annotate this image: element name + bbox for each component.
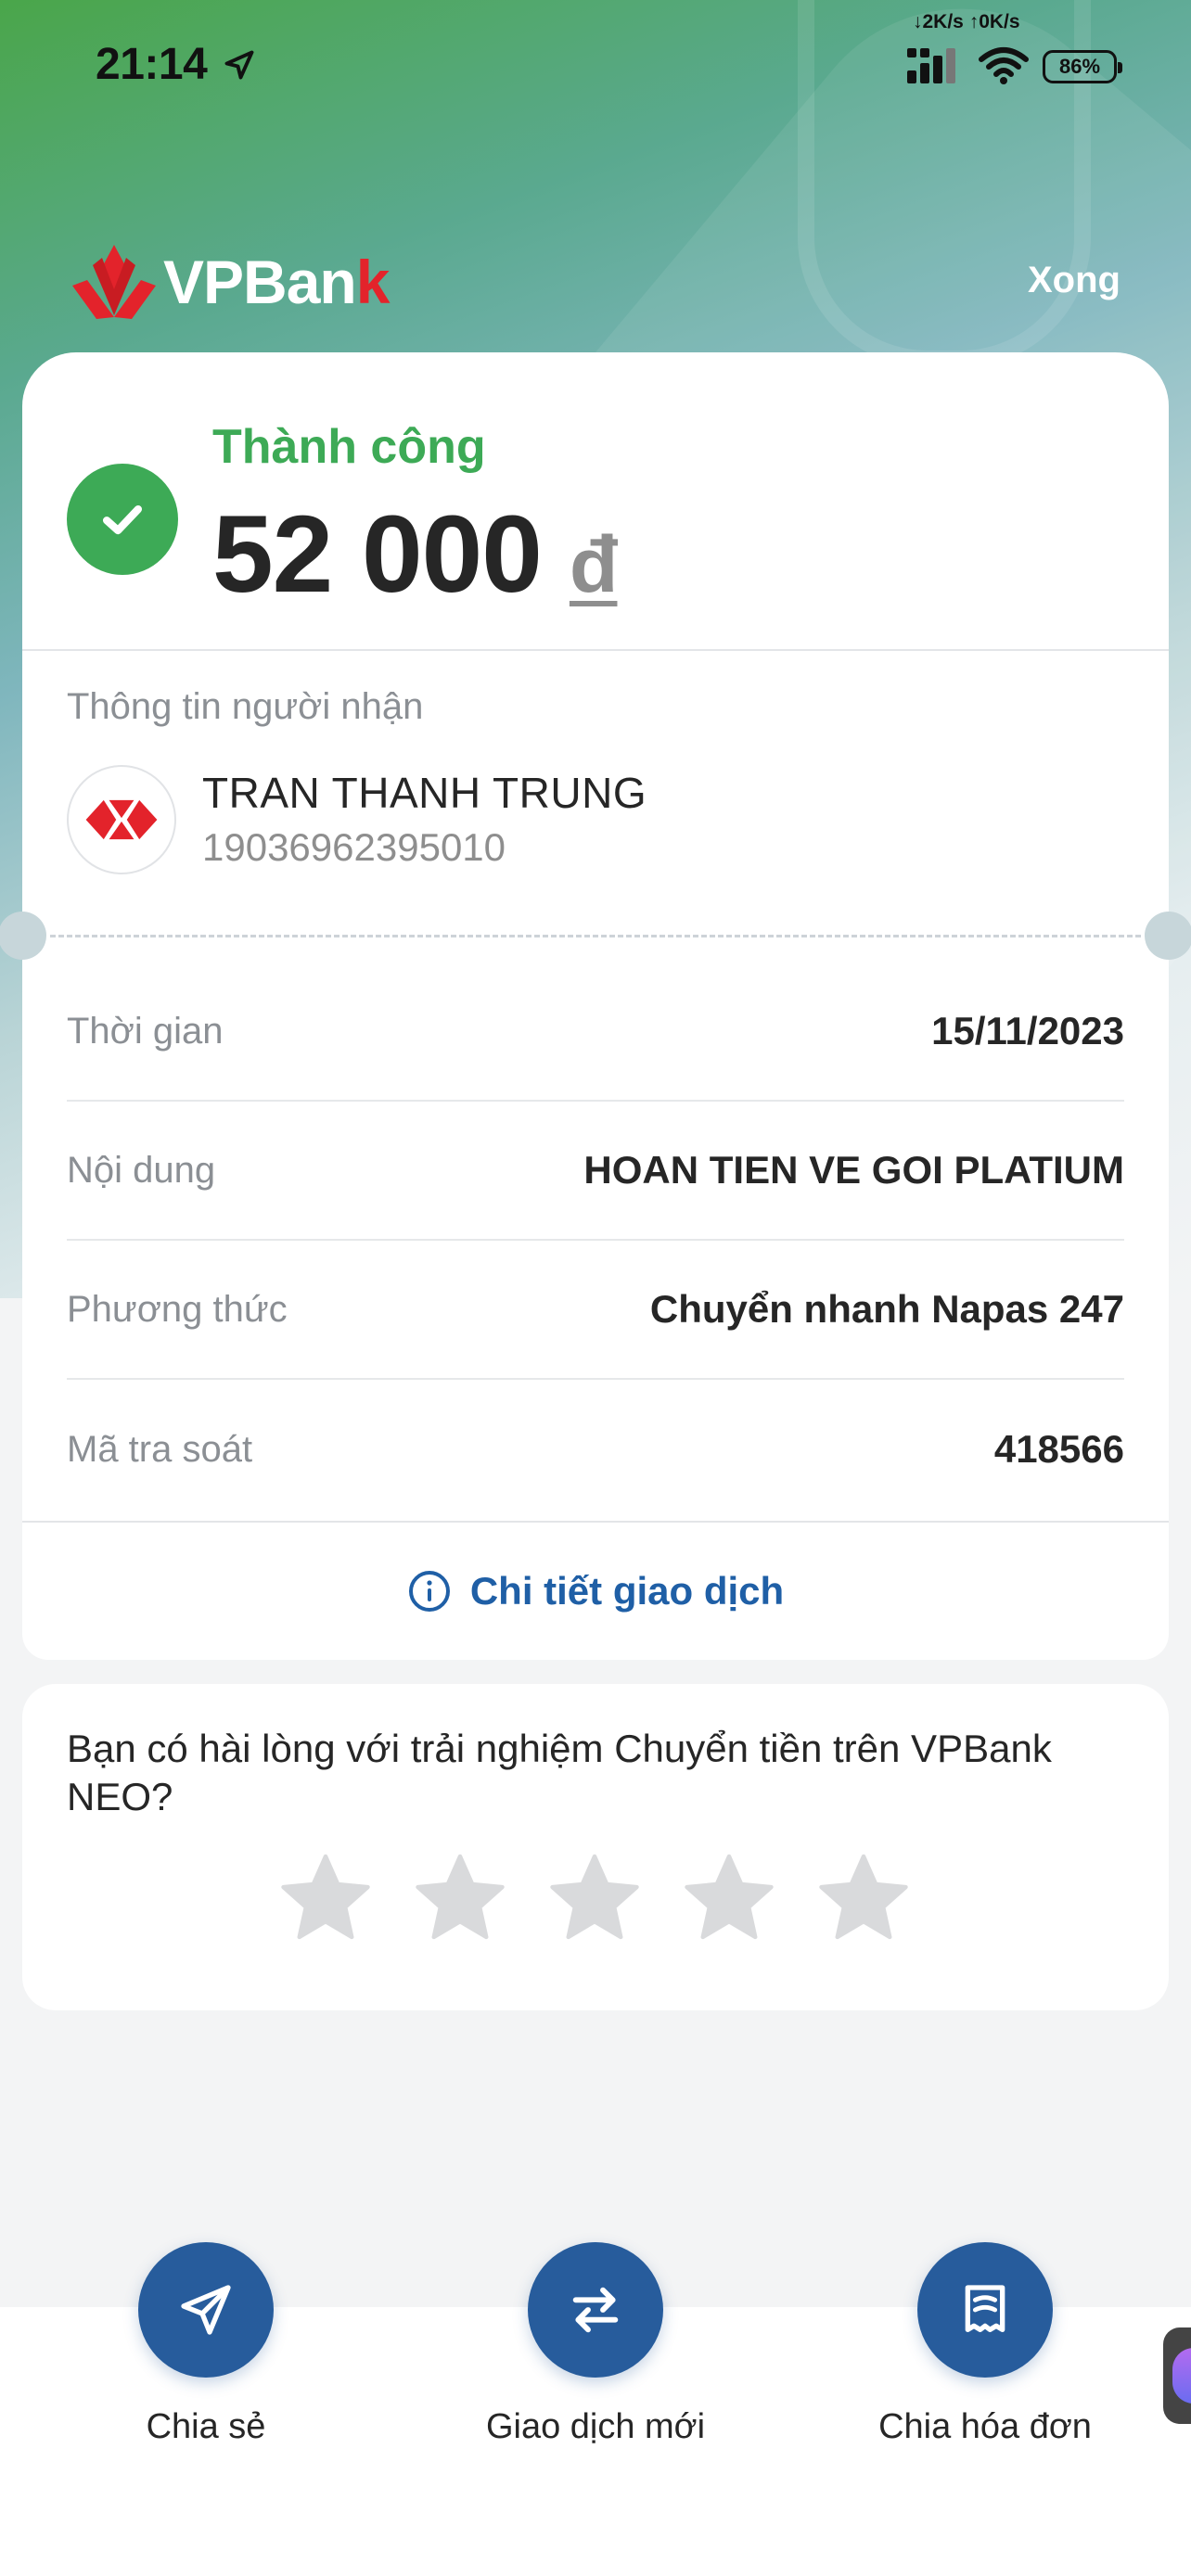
ticket-notch xyxy=(1145,912,1191,960)
vpbank-flower-icon xyxy=(72,245,156,319)
techcombank-icon xyxy=(85,799,158,840)
bill-split-icon xyxy=(965,2285,1005,2332)
split-bill-label: Chia hóa đơn xyxy=(878,2407,1092,2446)
send-icon xyxy=(181,2285,231,2335)
transaction-receipt-card: Thành công 52 000 đ Thông tin người nhận… xyxy=(0,352,1191,1660)
detail-value: 418566 xyxy=(993,1427,1124,1471)
recipient-name: TRAN THANH TRUNG xyxy=(202,769,647,817)
star-icon[interactable] xyxy=(544,1849,646,1947)
transfer-arrows-icon xyxy=(572,2287,619,2333)
detail-value: Chuyển nhanh Napas 247 xyxy=(649,1287,1124,1331)
amount-value: 52 000 xyxy=(212,493,543,616)
result-summary: Thành công 52 000 đ xyxy=(22,352,1169,649)
detail-row-trace-code: Mã tra soát 418566 xyxy=(67,1380,1124,1519)
recipient-account-number: 19036962395010 xyxy=(202,825,506,869)
status-label: Thành công xyxy=(212,420,486,474)
detail-label: Nội dung xyxy=(67,1149,216,1191)
detail-label: Mã tra soát xyxy=(67,1428,253,1470)
currency-symbol: đ xyxy=(569,520,619,609)
split-bill-button[interactable]: Chia hóa đơn xyxy=(800,2242,1171,2447)
star-icon[interactable] xyxy=(813,1849,915,1947)
status-time: 21:14 xyxy=(96,40,208,89)
detail-label: Thời gian xyxy=(67,1010,224,1052)
detail-row-content: Nội dung HOAN TIEN VE GOI PLATIUM xyxy=(67,1102,1124,1241)
divider xyxy=(22,649,1169,651)
detail-row-time: Thời gian 15/11/2023 xyxy=(67,963,1124,1102)
brand-name-main: VPBan xyxy=(163,248,357,316)
battery-indicator: 86% xyxy=(1043,50,1122,83)
detail-label: Phương thức xyxy=(67,1288,288,1330)
location-arrow-icon xyxy=(224,50,254,80)
amount: 52 000 đ xyxy=(212,491,619,618)
assistant-icon xyxy=(1172,2348,1191,2404)
brand-name-accent: k xyxy=(355,248,391,316)
feedback-question: Bạn có hài lòng với trải nghiệm Chuyển t… xyxy=(67,1727,1052,1818)
star-icon[interactable] xyxy=(678,1849,780,1947)
detail-value: 15/11/2023 xyxy=(931,1009,1124,1052)
share-circle[interactable] xyxy=(138,2242,274,2378)
split-bill-circle[interactable] xyxy=(917,2242,1053,2378)
ticket-notch xyxy=(0,912,46,960)
recipient-section-title: Thông tin người nhận xyxy=(67,686,424,727)
detail-row-method: Phương thức Chuyển nhanh Napas 247 xyxy=(67,1241,1124,1380)
detail-value: HOAN TIEN VE GOI PLATIUM xyxy=(583,1148,1124,1192)
info-icon xyxy=(408,1571,450,1612)
wifi-icon xyxy=(979,47,1029,84)
floating-assistant-handle[interactable] xyxy=(1163,2327,1191,2424)
network-speed: ↓2K/s ↑0K/s xyxy=(913,11,1020,32)
transaction-details-label: Chi tiết giao dịch xyxy=(469,1569,785,1613)
brand-name: VPBank xyxy=(163,247,391,317)
done-button[interactable]: Xong xyxy=(1028,260,1121,301)
new-transaction-circle[interactable] xyxy=(528,2242,663,2378)
cellular-signal-icon xyxy=(907,48,955,83)
feedback-card: Bạn có hài lòng với trải nghiệm Chuyển t… xyxy=(22,1684,1169,2010)
new-transaction-button[interactable]: Giao dịch mới xyxy=(410,2242,781,2447)
star-icon[interactable] xyxy=(275,1849,377,1947)
recipient-bank-logo xyxy=(67,765,176,874)
success-check-icon xyxy=(67,464,178,575)
star-rating xyxy=(275,1849,947,1947)
share-label: Chia sẻ xyxy=(146,2407,266,2446)
transaction-details-link[interactable]: Chi tiết giao dịch xyxy=(22,1523,1169,1660)
star-icon[interactable] xyxy=(409,1849,511,1947)
dashed-divider xyxy=(50,935,1141,937)
new-transaction-label: Giao dịch mới xyxy=(485,2407,706,2446)
vpbank-logo: VPBank xyxy=(69,243,391,321)
share-button[interactable]: Chia sẻ xyxy=(20,2242,391,2447)
